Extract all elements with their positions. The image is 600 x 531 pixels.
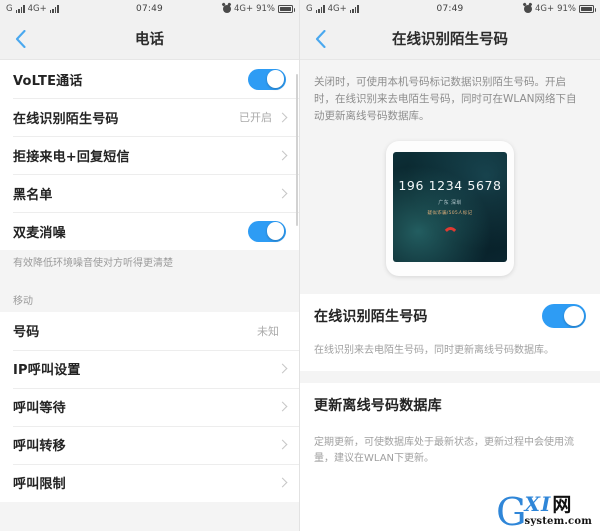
row-label: 在线识别陌生号码 xyxy=(314,309,428,325)
row-label: 在线识别陌生号码 xyxy=(13,111,119,127)
row-update-offline-database[interactable]: 更新离线号码数据库 xyxy=(300,383,600,427)
row-ip-call-settings[interactable]: IP呼叫设置 xyxy=(0,349,299,388)
row-label: 拒接来电+回复短信 xyxy=(13,149,130,165)
feature-description: 关闭时，可使用本机号码标记数据识别陌生号码。开启时，在线识别来去电陌生号码，同时… xyxy=(300,60,600,137)
row-reject-call-reply-sms[interactable]: 拒接来电+回复短信 xyxy=(0,136,299,174)
settings-scroll-area[interactable]: VoLTE通话 在线识别陌生号码 已开启 拒接来电+回复短信 黑名单 双麦消噪 … xyxy=(0,60,299,531)
page-title-left: 电话 xyxy=(135,32,164,48)
row-label: 呼叫等待 xyxy=(13,401,66,416)
alarm-clock-icon xyxy=(523,5,532,13)
page-title-right: 在线识别陌生号码 xyxy=(392,32,508,48)
chevron-right-icon xyxy=(277,401,288,412)
toggle-knob xyxy=(563,305,585,327)
left-phone-screen: G 4G+ 07:49 4G+ 91% 电话 VoLTE通话 在线识别陌生号码 … xyxy=(0,0,300,531)
alarm-clock-icon xyxy=(222,5,231,13)
settings-group-primary: VoLTE通话 在线识别陌生号码 已开启 拒接来电+回复短信 黑名单 双麦消噪 xyxy=(0,60,299,250)
hangup-phone-icon xyxy=(442,227,459,236)
status-bar-right: G 4G+ 07:49 4G+ 91% xyxy=(300,0,600,18)
section-divider xyxy=(300,371,600,383)
row-label: 更新离线号码数据库 xyxy=(314,398,442,414)
row-phone-number[interactable]: 号码 未知 xyxy=(0,311,299,350)
detail-body: 关闭时，可使用本机号码标记数据识别陌生号码。开启时，在线识别来去电陌生号码，同时… xyxy=(300,60,600,531)
chevron-right-icon xyxy=(277,477,288,488)
row-label: 黑名单 xyxy=(13,187,53,203)
empty-space xyxy=(300,467,600,531)
dual-mic-footer-note: 有效降低环境噪音使对方听得更清楚 xyxy=(0,250,299,281)
battery-percent-label: 91% xyxy=(557,4,576,14)
settings-group-mobile: 号码 未知 IP呼叫设置 呼叫等待 呼叫转移 呼叫限制 xyxy=(0,311,299,502)
network-type-label: 4G+ xyxy=(233,4,254,14)
volte-toggle[interactable] xyxy=(248,68,286,90)
row-volte-call[interactable]: VoLTE通话 xyxy=(0,60,299,98)
chevron-right-icon xyxy=(277,363,288,374)
back-button-right[interactable] xyxy=(300,18,340,60)
row-dual-mic-noise-cancel[interactable]: 双麦消噪 xyxy=(0,212,299,250)
row-blacklist[interactable]: 黑名单 xyxy=(0,174,299,212)
chevron-right-icon xyxy=(277,150,288,160)
row-call-barring[interactable]: 呼叫限制 xyxy=(0,463,299,502)
dual-screenshot-container: G 4G+ 07:49 4G+ 91% 电话 VoLTE通话 在线识别陌生号码 … xyxy=(0,0,600,531)
row-label: 呼叫限制 xyxy=(13,477,66,492)
chevron-left-icon xyxy=(315,29,326,48)
status-bar-right-icons: 4G+ 91% xyxy=(222,4,295,14)
right-phone-screen: G 4G+ 07:49 4G+ 91% 在线识别陌生号码 关闭时，可使用本机号码… xyxy=(300,0,600,531)
row-call-waiting[interactable]: 呼叫等待 xyxy=(0,387,299,426)
battery-icon xyxy=(278,5,295,13)
chevron-right-icon xyxy=(277,188,288,198)
caller-number: 196 1234 5678 xyxy=(398,178,502,193)
row-label: 号码 xyxy=(13,325,40,340)
toggle-knob xyxy=(266,70,285,88)
row-call-forwarding[interactable]: 呼叫转移 xyxy=(0,425,299,464)
online-id-toggle[interactable] xyxy=(542,304,586,328)
status-bar-left: G 4G+ 07:49 4G+ 91% xyxy=(0,0,299,18)
chevron-right-icon xyxy=(277,112,288,122)
caller-spam-tag: 疑似诈骗/505人标记 xyxy=(427,211,473,216)
row-value: 已开启 xyxy=(239,111,272,124)
battery-icon xyxy=(579,5,596,13)
dual-mic-toggle[interactable] xyxy=(248,220,286,242)
battery-percent-label: 91% xyxy=(256,4,275,14)
row-label: VoLTE通话 xyxy=(13,73,83,89)
row-online-id-unknown-number[interactable]: 在线识别陌生号码 已开启 xyxy=(0,98,299,136)
nav-bar-right: 在线识别陌生号码 xyxy=(300,18,600,60)
nav-bar-left: 电话 xyxy=(0,18,299,60)
preview-illustration: 196 1234 5678 广东 深圳 疑似诈骗/505人标记 xyxy=(300,137,600,294)
status-bar-right-icons: 4G+ 91% xyxy=(523,4,596,14)
phone-mockup: 196 1234 5678 广东 深圳 疑似诈骗/505人标记 xyxy=(386,141,514,276)
network-type-label: 4G+ xyxy=(534,4,555,14)
caller-location: 广东 深圳 xyxy=(438,200,462,206)
row-label: IP呼叫设置 xyxy=(13,363,81,378)
row-label: 双麦消噪 xyxy=(13,225,66,241)
vertical-scrollbar[interactable] xyxy=(295,74,298,226)
update-database-note: 定期更新，可使数据库处于最新状态，更新过程中会使用流量，建议在WLAN下更新。 xyxy=(300,427,600,468)
row-label: 呼叫转移 xyxy=(13,439,66,454)
section-header-mobile: 移动 xyxy=(0,280,299,312)
incoming-call-screen: 196 1234 5678 广东 深圳 疑似诈骗/505人标记 xyxy=(393,152,507,262)
row-online-id-toggle[interactable]: 在线识别陌生号码 xyxy=(300,294,600,338)
online-id-note: 在线识别来去电陌生号码，同时更新离线号码数据库。 xyxy=(300,338,600,371)
chevron-left-icon xyxy=(15,29,26,48)
chevron-right-icon xyxy=(277,439,288,450)
toggle-knob xyxy=(266,222,285,240)
back-button-left[interactable] xyxy=(0,18,40,60)
row-value: 未知 xyxy=(257,324,279,338)
